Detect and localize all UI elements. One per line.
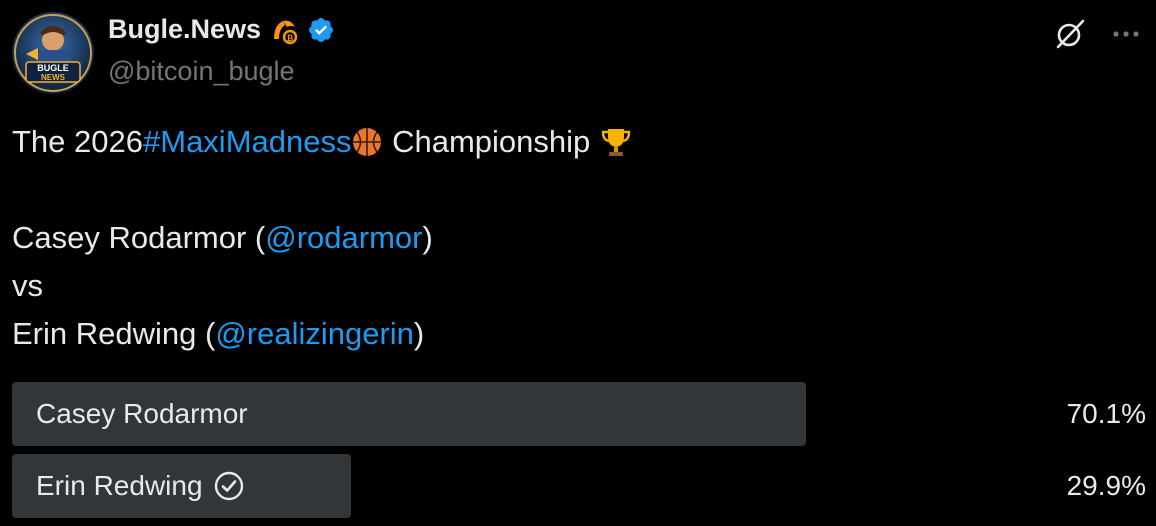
poll-option-label: Casey Rodarmor: [36, 382, 248, 446]
poll-option-percent: 29.9%: [1066, 470, 1146, 501]
poll-option-label: Erin Redwing: [36, 454, 245, 518]
trophy-icon: [599, 125, 633, 159]
tweet-line-competitor-1: Casey Rodarmor ( @rodarmor ): [12, 214, 633, 262]
hashtag-link[interactable]: #MaxiMadness: [143, 118, 351, 166]
mention-link-rodarmor[interactable]: @rodarmor: [265, 214, 422, 262]
poll-option-label-text: Erin Redwing: [36, 470, 203, 501]
svg-text:₿: ₿: [287, 34, 294, 43]
svg-text:NEWS: NEWS: [41, 73, 66, 82]
check-circle-icon: [213, 470, 245, 502]
avatar[interactable]: BUGLE NEWS: [12, 12, 94, 94]
competitor-1-close: ): [422, 220, 433, 255]
grok-icon[interactable]: [1052, 16, 1088, 52]
bitcoin-horn-icon: ₿: [269, 15, 299, 45]
author-name-text[interactable]: Bugle.News: [108, 14, 261, 45]
poll-option-casey[interactable]: Casey Rodarmor 70.1%: [12, 382, 1146, 446]
tweet-line-title: The 2026 #MaxiMadness Championship: [12, 118, 633, 166]
tweet-line-vs: vs: [12, 268, 43, 303]
svg-text:BUGLE: BUGLE: [37, 63, 69, 73]
author-display-name[interactable]: Bugle.News ₿: [108, 14, 335, 45]
tweet-text-prefix: The 2026: [12, 124, 143, 159]
verified-badge-icon[interactable]: [307, 16, 335, 44]
tweet-text: The 2026 #MaxiMadness Championship Casey…: [12, 118, 633, 358]
more-icon[interactable]: [1108, 16, 1144, 52]
tweet-text-suffix: Championship: [383, 124, 599, 159]
basketball-icon: [351, 126, 383, 158]
competitor-2-name: Erin Redwing (: [12, 316, 216, 351]
poll-option-label-text: Casey Rodarmor: [36, 398, 248, 429]
poll-option-percent: 70.1%: [1066, 398, 1146, 429]
competitor-1-name: Casey Rodarmor (: [12, 220, 266, 255]
poll-option-erin[interactable]: Erin Redwing 29.9%: [12, 454, 1146, 518]
author-handle[interactable]: @bitcoin_bugle: [108, 56, 295, 87]
mention-link-realizingerin[interactable]: @realizingerin: [215, 310, 414, 358]
tweet-line-competitor-2: Erin Redwing ( @realizingerin ): [12, 310, 633, 358]
competitor-2-close: ): [413, 316, 425, 351]
